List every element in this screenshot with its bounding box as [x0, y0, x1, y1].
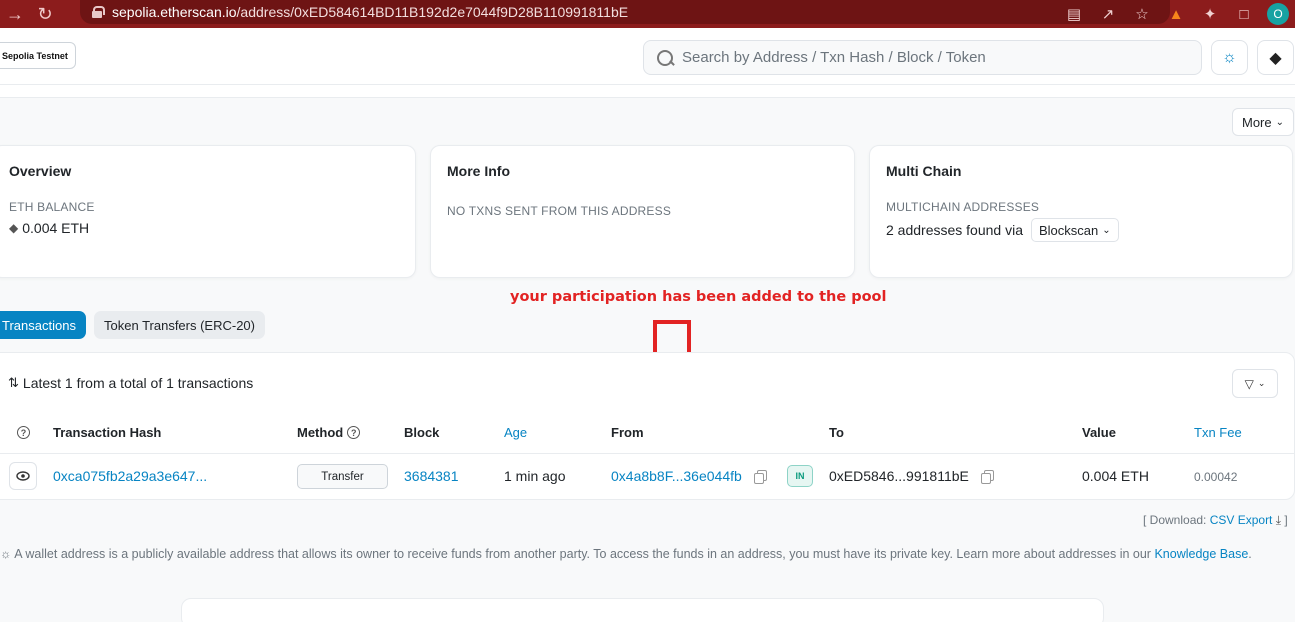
search-input[interactable] [682, 49, 1162, 66]
summary-text: Latest 1 from a total of 1 transactions [22, 375, 254, 391]
reload-icon[interactable]: ↻ [30, 0, 60, 28]
no-txns-note: NO TXNS SENT FROM THIS ADDRESS [447, 204, 672, 218]
transactions-summary: ⇅ Latest 1 from a total of 1 transaction… [8, 375, 253, 391]
download-prefix: [ Download: [1143, 513, 1210, 527]
txn-age: 1 min ago [504, 468, 566, 484]
ethereum-icon: ◆ [9, 221, 19, 235]
blockscan-dropdown[interactable]: Blockscan ⌄ [1030, 218, 1119, 242]
copy-icon[interactable] [980, 469, 994, 484]
site-header: Sepolia Testnet ☼ ◆ [0, 28, 1295, 85]
help-icon[interactable]: ? [17, 426, 30, 439]
address-footnote: ☼ A wallet address is a publicly availab… [0, 547, 1252, 561]
overview-card: Overview ETH BALANCE ◆ 0.004 ETH [0, 145, 416, 278]
multichain-label: MULTICHAIN ADDRESSES [886, 200, 1040, 214]
tab-transactions[interactable]: Transactions [0, 311, 86, 339]
col-block: Block [404, 425, 440, 440]
col-age[interactable]: Age [504, 425, 527, 440]
browser-actions: ▤ ↗ ☆ ▲ ✦ □ O [1063, 0, 1295, 28]
forward-arrow-icon[interactable]: → [0, 0, 30, 28]
search-icon [656, 49, 674, 67]
footnote-end: . [1248, 547, 1252, 561]
row-divider [0, 453, 1294, 454]
col-txn-fee[interactable]: Txn Fee [1194, 425, 1242, 440]
to-address: 0xED5846...991811bE [829, 468, 969, 484]
ethereum-icon: ◆ [1269, 49, 1282, 67]
translate-icon[interactable]: ▤ [1063, 3, 1085, 25]
filter-button[interactable]: ▽ ⌄ [1232, 369, 1278, 398]
col-transaction-hash: Transaction Hash [53, 425, 162, 440]
blockscan-label: Blockscan [1038, 222, 1099, 238]
to-cell: 0xED5846...991811bE [829, 468, 994, 484]
more-info-title: More Info [447, 163, 510, 179]
eye-icon [16, 471, 30, 481]
copy-icon[interactable] [753, 469, 767, 484]
balance-amount: 0.004 ETH [22, 220, 90, 236]
col-value: Value [1082, 425, 1116, 440]
preview-button[interactable] [9, 462, 37, 490]
star-icon[interactable]: ☆ [1131, 3, 1153, 25]
block-link[interactable]: 3684381 [404, 468, 459, 484]
multi-chain-card: Multi Chain MULTICHAIN ADDRESSES 2 addre… [869, 145, 1293, 278]
address-bar[interactable]: sepolia.etherscan.io/address/0xED584614B… [80, 0, 1170, 24]
share-icon[interactable]: ↗ [1097, 3, 1119, 25]
chevron-down-icon: ⌄ [1257, 378, 1266, 388]
sidepanel-icon[interactable]: □ [1233, 3, 1255, 25]
transactions-panel: ⇅ Latest 1 from a total of 1 transaction… [0, 352, 1295, 500]
search-box[interactable] [643, 40, 1202, 75]
col-to: To [829, 425, 844, 440]
csv-export-link[interactable]: CSV Export [1210, 513, 1273, 527]
more-info-card: More Info NO TXNS SENT FROM THIS ADDRESS [430, 145, 855, 278]
more-button-label: More [1241, 114, 1272, 130]
header-substrip [0, 85, 1295, 98]
eth-balance-value: ◆ 0.004 ETH [9, 220, 89, 236]
multichain-value: 2 addresses found via Blockscan ⌄ [886, 218, 1119, 242]
extensions-icon[interactable]: ✦ [1199, 3, 1221, 25]
download-bar: [ Download: CSV Export ⤓ ] [1143, 513, 1288, 528]
chevron-down-icon: ⌄ [1275, 116, 1284, 128]
col-method-label: Method [297, 425, 344, 440]
multichain-count: 2 addresses found via [886, 222, 1023, 238]
col-from: From [611, 425, 644, 440]
eth-balance-label: ETH BALANCE [9, 200, 95, 214]
network-badge[interactable]: Sepolia Testnet [0, 42, 76, 69]
filter-icon: ▽ [1244, 376, 1254, 391]
bottom-card [181, 598, 1104, 622]
multi-chain-title: Multi Chain [886, 163, 962, 179]
txn-fee: 0.00042 [1194, 470, 1238, 484]
network-switch-button[interactable]: ◆ [1257, 40, 1294, 75]
method-badge: Transfer [297, 464, 388, 489]
url-host: sepolia.etherscan.io [112, 4, 237, 20]
download-suffix: ] [1281, 513, 1288, 527]
annotation-text: your participation has been added to the… [510, 289, 887, 305]
txn-value: 0.004 ETH [1082, 468, 1149, 484]
tab-token-transfers[interactable]: Token Transfers (ERC-20) [94, 311, 265, 339]
txn-hash-link[interactable]: 0xca075fb2a29a3e647... [53, 468, 207, 484]
theme-toggle-button[interactable]: ☼ [1211, 40, 1248, 75]
from-cell: 0x4a8b8F...36e044fb [611, 468, 767, 484]
sort-icon: ⇅ [8, 375, 19, 390]
direction-badge: IN [787, 465, 813, 487]
metamask-icon[interactable]: ▲ [1165, 3, 1187, 25]
url-path: /address/0xED584614BD11B192d2e7044f9D28B… [236, 4, 629, 20]
overview-title: Overview [9, 163, 72, 179]
profile-avatar[interactable]: O [1267, 3, 1289, 25]
col-method: Method ? [297, 425, 361, 440]
chevron-down-icon: ⌄ [1102, 224, 1111, 236]
sun-icon: ☼ [1222, 48, 1237, 66]
more-button[interactable]: More ⌄ [1232, 108, 1294, 136]
from-address-link[interactable]: 0x4a8b8F...36e044fb [611, 468, 742, 484]
footnote-text: A wallet address is a publicly available… [14, 547, 1155, 561]
bulb-icon: ☼ [0, 547, 12, 561]
knowledge-base-link[interactable]: Knowledge Base [1154, 547, 1248, 561]
lock-icon [92, 6, 105, 18]
help-icon[interactable]: ? [347, 426, 361, 439]
